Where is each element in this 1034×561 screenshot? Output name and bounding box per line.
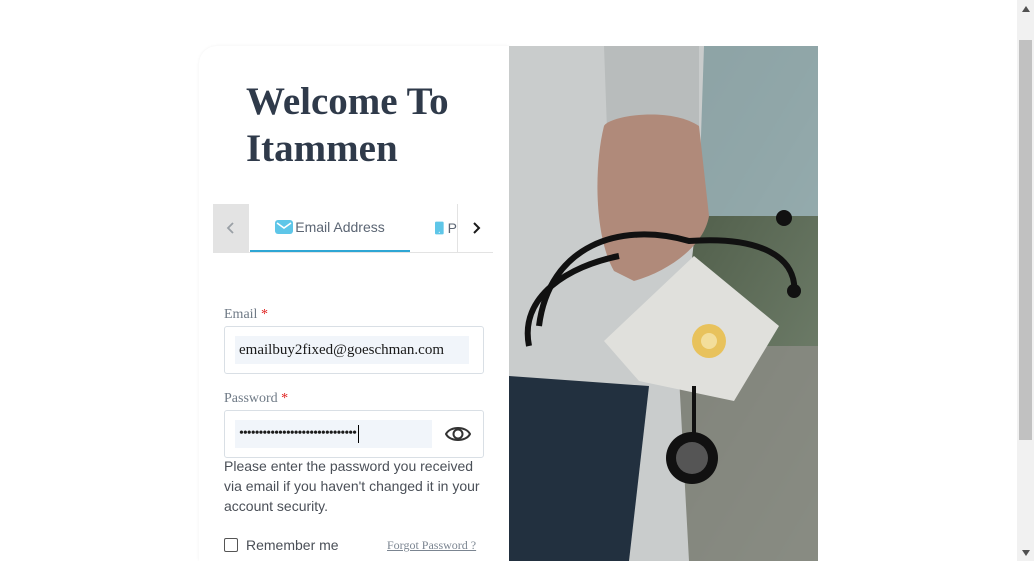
scroll-down-button[interactable]: [1017, 544, 1034, 561]
remember-me-label: Remember me: [246, 537, 339, 553]
doctor-holding-stethoscope-and-mask-photo: [509, 46, 818, 561]
password-field[interactable]: ••••••••••••••••••••••••••••••: [224, 410, 484, 458]
password-label: Password *: [224, 391, 289, 406]
triangle-down-icon: [1021, 549, 1030, 556]
page-scrollbar[interactable]: [1017, 0, 1034, 561]
tab-email-label: Email Address: [295, 219, 385, 235]
required-marker: *: [281, 391, 289, 406]
chevron-right-icon: [473, 222, 481, 234]
email-label: Email *: [224, 307, 268, 322]
login-method-tabs: Email Address P: [213, 204, 494, 253]
password-help-text: Please enter the password you received v…: [224, 458, 480, 514]
email-input[interactable]: emailbuy2fixed@goeschman.com: [235, 336, 469, 364]
page-title: Welcome To Itammen: [246, 80, 449, 170]
doctor-photo: [509, 46, 818, 561]
email-field[interactable]: emailbuy2fixed@goeschman.com: [224, 326, 484, 374]
eye-icon[interactable]: [445, 423, 471, 445]
phone-icon: [435, 221, 444, 235]
scroll-up-button[interactable]: [1017, 0, 1034, 17]
forgot-password-link[interactable]: Forgot Password ?: [387, 538, 476, 553]
tab-phone-label: P: [447, 220, 457, 236]
remember-me[interactable]: Remember me: [224, 537, 339, 553]
chevron-left-icon: [226, 222, 234, 234]
tabs-scroll-right-button[interactable]: [457, 204, 494, 252]
login-card: Welcome To Itammen Email Address P Email…: [199, 46, 509, 561]
text-cursor: [358, 425, 360, 443]
envelope-icon: [275, 220, 294, 234]
scroll-thumb[interactable]: [1019, 40, 1032, 440]
tabs-scroll-left-button[interactable]: [213, 204, 249, 252]
triangle-up-icon: [1021, 5, 1030, 12]
tab-phone[interactable]: P: [435, 204, 457, 252]
password-input[interactable]: ••••••••••••••••••••••••••••••: [235, 420, 432, 448]
tab-email-address[interactable]: Email Address: [250, 204, 410, 252]
remember-me-checkbox[interactable]: [224, 538, 238, 552]
required-marker: *: [260, 307, 268, 322]
